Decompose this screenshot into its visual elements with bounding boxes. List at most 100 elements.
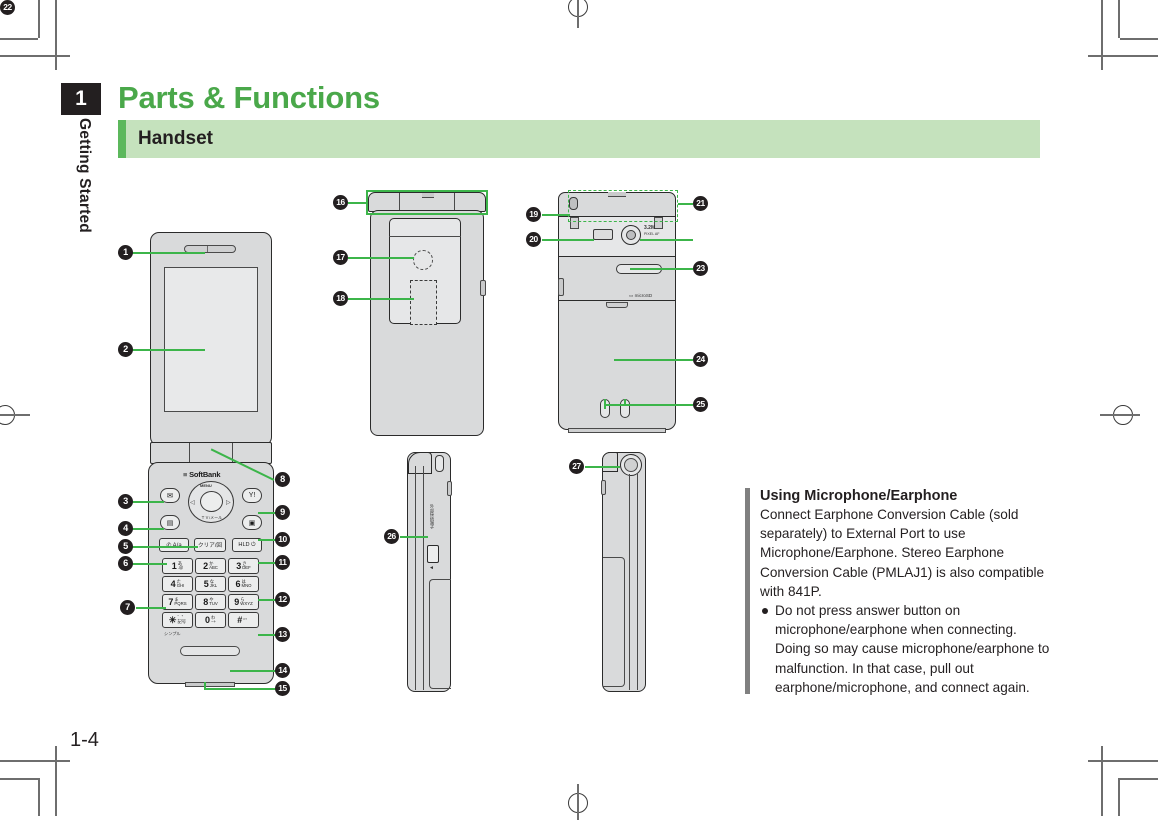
crop-mark-bottom-left <box>0 746 70 816</box>
leader-25-vert-b <box>624 399 627 405</box>
side-seam-1 <box>415 466 417 690</box>
top-edge-highlight-16 <box>366 190 488 215</box>
leader-22 <box>640 239 693 242</box>
leader-23 <box>630 268 693 271</box>
antenna-highlight-21 <box>568 190 678 222</box>
softbank-logo: ≡ SoftBank <box>183 470 221 479</box>
leader-13 <box>258 634 276 637</box>
camera-key[interactable]: ▣ <box>242 515 262 530</box>
leader-19 <box>542 214 570 217</box>
crop-mark-top-right <box>1088 0 1158 70</box>
right-side-panel <box>603 557 625 687</box>
leader-15-vert <box>204 682 207 690</box>
callout-2: 2 <box>118 342 133 357</box>
port-arrow-icon: ◄ <box>429 565 434 571</box>
leader-18 <box>348 298 414 301</box>
callout-9: 9 <box>275 505 290 520</box>
leader-3 <box>132 501 164 504</box>
chapter-number-tab: 1 <box>61 83 101 115</box>
callout-26: 26 <box>384 529 399 544</box>
section-title: Handset <box>138 128 213 149</box>
right-side-seam-1 <box>629 474 631 690</box>
mouthpiece-slot <box>180 646 240 656</box>
figure-right-side-view <box>598 452 653 694</box>
nav-left-arrow-icon: ◁ <box>190 500 195 506</box>
hinge-divider-1 <box>189 443 191 463</box>
note-body: Connect Earphone Conversion Cable (sold … <box>760 507 1045 599</box>
callout-6: 6 <box>118 556 133 571</box>
callout-22: 22 <box>0 0 15 15</box>
sub-panel-divider <box>389 236 461 237</box>
registration-mark-top <box>563 0 593 28</box>
side-top-tab <box>435 455 444 472</box>
main-display <box>164 267 258 412</box>
leader-5 <box>132 546 198 549</box>
crop-mark-bottom-right <box>1088 746 1158 816</box>
side-lower-panel <box>429 579 451 689</box>
chapter-number: 1 <box>75 87 87 110</box>
mail-nav-label: ＴＶ/メール <box>201 515 223 520</box>
chapter-name-vertical: Getting Started <box>76 118 93 233</box>
leader-1 <box>130 252 205 255</box>
leader-20 <box>542 239 594 242</box>
callout-11: 11 <box>275 555 290 570</box>
leader-16 <box>348 202 368 205</box>
camera-spec-label: 3.2M <box>644 225 656 231</box>
callout-25: 25 <box>693 397 708 412</box>
callout-21: 21 <box>693 196 708 211</box>
callout-8: 8 <box>275 472 290 487</box>
note-box: Using Microphone/Earphone Connect Earpho… <box>745 488 1050 697</box>
center-select-key[interactable] <box>200 491 223 512</box>
registration-mark-right <box>1100 400 1140 430</box>
callout-10: 10 <box>275 532 290 547</box>
callout-15: 15 <box>275 681 290 696</box>
side-button-right <box>480 280 486 296</box>
keypad-group-highlight <box>160 556 274 619</box>
right-side-seam-2 <box>637 474 639 690</box>
note-heading: Using Microphone/Earphone <box>760 488 958 504</box>
menu-label: MENU <box>200 483 212 488</box>
sub-camera-lens <box>413 250 433 270</box>
earpiece-divider <box>207 246 209 252</box>
right-side-button <box>601 480 606 495</box>
registration-mark-bottom <box>563 784 593 820</box>
figure-left-side-view: 外部接続端子 ◄ <box>403 452 458 694</box>
note-rule <box>745 488 750 694</box>
simple-mode-label: シンプル <box>164 631 181 636</box>
mobile-light <box>593 229 613 240</box>
internal-antenna-area <box>410 280 437 325</box>
leader-15 <box>204 688 276 691</box>
leader-17 <box>348 257 414 260</box>
side-button <box>447 481 452 496</box>
yahoo-key[interactable]: Y! <box>242 488 262 503</box>
section-accent-bar <box>118 120 126 158</box>
callout-27: 27 <box>569 459 584 474</box>
callout-20: 20 <box>526 232 541 247</box>
callout-12: 12 <box>275 592 290 607</box>
note-bullet-list: Do not press answer button on microphone… <box>760 601 1050 697</box>
side-button-left <box>558 278 564 296</box>
leader-25-vert-a <box>604 399 607 409</box>
page-title: Parts & Functions <box>118 80 1040 127</box>
hinge-band <box>150 442 272 464</box>
leader-9 <box>258 512 276 515</box>
callout-19: 19 <box>526 207 541 222</box>
strap-eyelet-inner <box>624 458 638 472</box>
camera-lens-inner <box>626 230 636 240</box>
callout-14: 14 <box>275 663 290 678</box>
callout-16: 16 <box>333 195 348 210</box>
external-port-label: 外部接続端子 <box>430 504 435 530</box>
clear-key[interactable]: クリア/回 <box>194 538 226 552</box>
leader-2 <box>130 349 205 352</box>
callout-17: 17 <box>333 250 348 265</box>
callout-4: 4 <box>118 521 133 536</box>
external-port-cover <box>427 545 439 563</box>
figure-closed-front-view <box>368 192 488 437</box>
callout-1: 1 <box>118 245 133 260</box>
microsd-label: ▭ microSD <box>629 293 653 298</box>
battery-cover-latch <box>606 302 628 308</box>
call-key[interactable]: ✆ A/a <box>159 538 189 552</box>
battery-cover <box>558 300 676 430</box>
leader-4 <box>132 528 164 531</box>
callout-3: 3 <box>118 494 133 509</box>
